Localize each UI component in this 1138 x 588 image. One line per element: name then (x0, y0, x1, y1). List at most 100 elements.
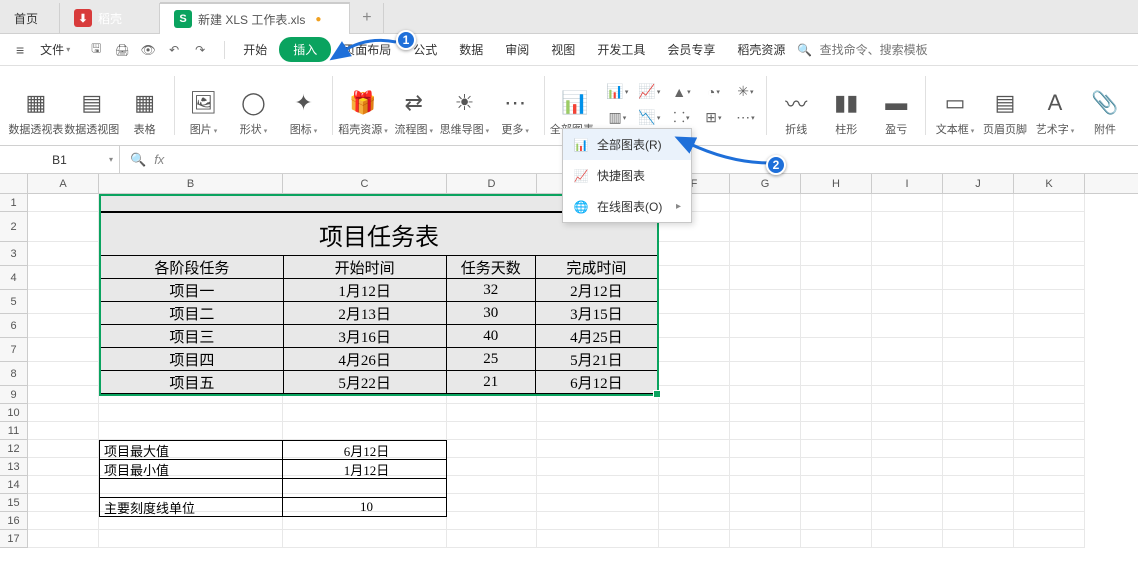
cell[interactable] (943, 386, 1014, 404)
cell[interactable] (943, 338, 1014, 362)
cell[interactable] (1014, 458, 1085, 476)
cell[interactable] (730, 194, 801, 212)
search-input[interactable] (820, 43, 980, 57)
cell[interactable] (872, 422, 943, 440)
cell[interactable] (730, 266, 801, 290)
cell[interactable] (801, 530, 872, 548)
cell[interactable] (1014, 212, 1085, 242)
cell[interactable] (872, 440, 943, 458)
cell[interactable] (659, 530, 730, 548)
menu-tab-data[interactable]: 数据 (449, 37, 493, 62)
undo-icon[interactable]: ↶ (164, 40, 184, 60)
col-header[interactable]: I (872, 174, 943, 193)
name-box[interactable]: B1▾ (0, 146, 120, 173)
col-header[interactable]: G (730, 174, 801, 193)
cell[interactable] (659, 386, 730, 404)
cell[interactable] (447, 512, 537, 530)
cell[interactable] (943, 290, 1014, 314)
row-header[interactable]: 8 (0, 362, 28, 386)
cell[interactable] (943, 458, 1014, 476)
cell[interactable] (730, 422, 801, 440)
cancel-icon[interactable]: 🔍 (130, 152, 146, 168)
row-header[interactable]: 1 (0, 194, 28, 212)
cell[interactable] (447, 458, 537, 476)
cell[interactable] (872, 494, 943, 512)
menu-tab-review[interactable]: 审阅 (495, 37, 539, 62)
menu-tab-start[interactable]: 开始 (233, 37, 277, 62)
cell[interactable] (943, 266, 1014, 290)
cell[interactable] (801, 212, 872, 242)
cell[interactable] (730, 404, 801, 422)
row-header[interactable]: 17 (0, 530, 28, 548)
cell[interactable] (730, 362, 801, 386)
cell[interactable] (659, 290, 730, 314)
cell[interactable] (537, 512, 659, 530)
cell[interactable] (28, 494, 99, 512)
cell[interactable] (1014, 476, 1085, 494)
ribbon-textbox[interactable]: ▭文本框▾ (930, 70, 980, 141)
cell[interactable] (537, 422, 659, 440)
cell[interactable] (447, 476, 537, 494)
cell[interactable] (28, 404, 99, 422)
preview-icon[interactable]: 👁 (138, 40, 158, 60)
col-header[interactable]: J (943, 174, 1014, 193)
cell[interactable] (28, 266, 99, 290)
col-header[interactable]: A (28, 174, 99, 193)
cell[interactable] (659, 512, 730, 530)
cell[interactable] (943, 362, 1014, 386)
cell[interactable] (28, 212, 99, 242)
menu-tab-dev[interactable]: 开发工具 (587, 37, 655, 62)
cell[interactable] (1014, 194, 1085, 212)
print-icon[interactable]: 🖨 (112, 40, 132, 60)
dropdown-quick-chart[interactable]: 📈快捷图表 (563, 160, 691, 191)
ribbon-sparkline-line[interactable]: 〰折线 (771, 70, 821, 141)
menu-tab-docer[interactable]: 稻壳资源 (727, 37, 795, 62)
chart-area-icon[interactable]: ▲▾ (668, 82, 694, 102)
cell[interactable] (28, 422, 99, 440)
cell[interactable] (872, 458, 943, 476)
ribbon-pivot-chart[interactable]: ▤数据透视图 (64, 70, 120, 141)
cell[interactable] (943, 422, 1014, 440)
cell[interactable] (943, 314, 1014, 338)
cell[interactable] (28, 530, 99, 548)
ribbon-sparkline-col[interactable]: ▮▮柱形 (821, 70, 871, 141)
cell[interactable] (872, 314, 943, 338)
cell[interactable] (801, 512, 872, 530)
col-header[interactable]: C (283, 174, 447, 193)
cell[interactable] (801, 338, 872, 362)
row-header[interactable]: 6 (0, 314, 28, 338)
tab-docer[interactable]: ⬇ 稻壳 (60, 3, 160, 33)
ribbon-table[interactable]: ▦表格 (120, 70, 170, 141)
cell[interactable] (28, 338, 99, 362)
cell[interactable] (1014, 422, 1085, 440)
row-header[interactable]: 15 (0, 494, 28, 512)
cell[interactable] (872, 212, 943, 242)
chart-radar-icon[interactable]: ✳▾ (732, 82, 758, 102)
cell[interactable] (872, 512, 943, 530)
cell[interactable] (801, 290, 872, 314)
cell[interactable] (659, 314, 730, 338)
row-header[interactable]: 3 (0, 242, 28, 266)
cell[interactable] (537, 476, 659, 494)
row-header[interactable]: 10 (0, 404, 28, 422)
cell[interactable] (659, 338, 730, 362)
cell[interactable] (730, 212, 801, 242)
chart-line-icon[interactable]: 📈▾ (636, 82, 662, 102)
cell[interactable] (1014, 242, 1085, 266)
cell[interactable] (659, 422, 730, 440)
cell[interactable] (943, 530, 1014, 548)
ribbon-header-footer[interactable]: ▤页眉页脚 (980, 70, 1030, 141)
cell[interactable] (659, 242, 730, 266)
cell[interactable] (659, 476, 730, 494)
cell[interactable] (537, 494, 659, 512)
cell[interactable] (1014, 314, 1085, 338)
cell[interactable] (872, 242, 943, 266)
save-icon[interactable]: 🖫 (86, 40, 106, 60)
row-header[interactable]: 13 (0, 458, 28, 476)
chart-pie-icon[interactable]: ◔▾ (700, 82, 726, 102)
row-header[interactable]: 9 (0, 386, 28, 404)
cell[interactable] (801, 362, 872, 386)
cell[interactable] (28, 440, 99, 458)
cell[interactable] (28, 362, 99, 386)
menu-tab-member[interactable]: 会员专享 (657, 37, 725, 62)
